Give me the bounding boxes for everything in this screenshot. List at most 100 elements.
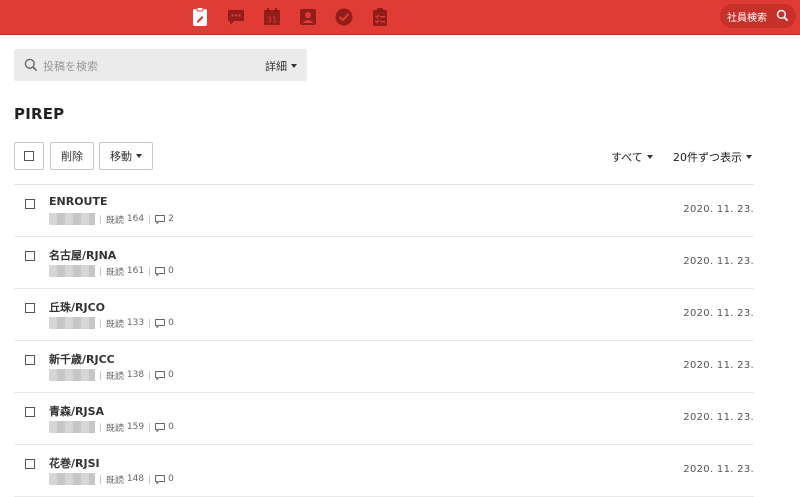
- post-row[interactable]: 名古屋/RJNA 既読 161 0 2020. 11. 23.: [14, 237, 754, 289]
- post-date: 2020. 11. 23.: [683, 464, 754, 475]
- per-page-label: 20件ずつ表示: [673, 151, 742, 164]
- detail-search-toggle[interactable]: 詳細: [265, 58, 287, 74]
- post-title[interactable]: 新千歳/RJCC: [49, 351, 115, 367]
- task-app-button[interactable]: [369, 6, 391, 28]
- per-page-dropdown[interactable]: 20件ずつ表示: [673, 149, 752, 165]
- author-avatar-blurred: [49, 317, 95, 329]
- comment-count: 0: [168, 474, 174, 484]
- contacts-app-button[interactable]: [297, 6, 319, 28]
- post-title[interactable]: ENROUTE: [49, 195, 108, 208]
- post-meta: 既読 164 2: [49, 213, 174, 226]
- read-label: 既読: [106, 215, 125, 226]
- filter-dropdown[interactable]: すべて: [611, 149, 653, 165]
- message-icon: [228, 10, 244, 25]
- row-checkbox[interactable]: [25, 407, 35, 417]
- select-all-checkbox[interactable]: [14, 142, 44, 170]
- comment-icon: [155, 318, 165, 328]
- post-title[interactable]: 丘珠/RJCO: [49, 299, 105, 315]
- comment-count: 2: [168, 214, 174, 224]
- comment-icon: [155, 370, 165, 380]
- comment-icon: [155, 266, 165, 276]
- post-row[interactable]: 花巻/RJSI 既読 148 0 2020. 11. 23.: [14, 445, 754, 497]
- separator: [149, 474, 151, 484]
- todo-icon: [335, 8, 353, 26]
- comment-count: 0: [168, 370, 174, 380]
- move-button[interactable]: 移動: [99, 142, 153, 170]
- post-date: 2020. 11. 23.: [683, 360, 754, 371]
- row-checkbox[interactable]: [25, 355, 35, 365]
- post-title[interactable]: 青森/RJSA: [49, 403, 104, 419]
- row-checkbox[interactable]: [25, 251, 35, 261]
- author-avatar-blurred: [49, 421, 95, 433]
- post-title[interactable]: 名古屋/RJNA: [49, 247, 116, 263]
- post-row[interactable]: ENROUTE 既読 164 2 2020. 11. 23.: [14, 185, 754, 237]
- board-app-button[interactable]: [189, 6, 211, 28]
- delete-button[interactable]: 削除: [50, 142, 94, 170]
- read-label: 既読: [106, 475, 125, 486]
- row-checkbox[interactable]: [25, 199, 35, 209]
- separator: [100, 318, 101, 328]
- separator: [149, 370, 151, 380]
- post-date: 2020. 11. 23.: [683, 204, 754, 215]
- todo-app-button[interactable]: [333, 6, 355, 28]
- post-meta: 既読 148 0: [49, 473, 174, 486]
- comment-icon: [155, 214, 165, 224]
- read-count: 164: [126, 214, 145, 224]
- comment-icon: [155, 474, 165, 484]
- separator: [149, 266, 151, 276]
- calendar-app-button[interactable]: 31: [261, 6, 283, 28]
- post-row[interactable]: 新千歳/RJCC 既読 138 0 2020. 11. 23.: [14, 341, 754, 393]
- top-navigation-bar: 31 社員検索: [0, 0, 800, 35]
- message-app-button[interactable]: [225, 6, 247, 28]
- read-label: 既読: [106, 319, 125, 330]
- row-checkbox[interactable]: [25, 303, 35, 313]
- move-button-label: 移動: [110, 150, 132, 163]
- post-list: ENROUTE 既読 164 2 2020. 11. 23. 名古屋/RJNA …: [14, 184, 754, 497]
- read-count: 161: [126, 266, 145, 276]
- read-count: 148: [126, 474, 145, 484]
- separator: [100, 474, 101, 484]
- author-avatar-blurred: [49, 473, 95, 485]
- post-row[interactable]: 青森/RJSA 既読 159 0 2020. 11. 23.: [14, 393, 754, 445]
- post-meta: 既読 161 0: [49, 265, 174, 278]
- separator: [149, 318, 151, 328]
- page-title: PIREP: [14, 105, 65, 123]
- read-label: 既読: [106, 423, 125, 434]
- post-meta: 既読 138 0: [49, 369, 174, 382]
- author-avatar-blurred: [49, 265, 95, 277]
- task-icon: [373, 8, 387, 26]
- post-date: 2020. 11. 23.: [683, 256, 754, 267]
- row-checkbox[interactable]: [25, 459, 35, 469]
- separator: [100, 370, 101, 380]
- post-date: 2020. 11. 23.: [683, 308, 754, 319]
- search-input[interactable]: 投稿を検索: [43, 58, 98, 74]
- calendar-icon: 31: [264, 8, 280, 25]
- chevron-down-icon: [646, 155, 653, 159]
- post-title[interactable]: 花巻/RJSI: [49, 455, 100, 471]
- post-search-box[interactable]: 投稿を検索 詳細: [14, 49, 307, 81]
- post-date: 2020. 11. 23.: [683, 412, 754, 423]
- author-avatar-blurred: [49, 369, 95, 381]
- checkbox[interactable]: [24, 151, 34, 161]
- post-meta: 既読 133 0: [49, 317, 174, 330]
- read-label: 既読: [106, 267, 125, 278]
- separator: [100, 266, 101, 276]
- comment-icon: [155, 422, 165, 432]
- chevron-down-icon: [746, 155, 752, 159]
- contacts-icon: [300, 9, 316, 25]
- search-icon: [776, 9, 789, 22]
- post-row[interactable]: 丘珠/RJCO 既読 133 0 2020. 11. 23.: [14, 289, 754, 341]
- board-icon: [193, 7, 207, 26]
- filter-label: すべて: [611, 151, 643, 164]
- comment-count: 0: [168, 266, 174, 276]
- separator: [100, 214, 101, 224]
- separator: [149, 422, 151, 432]
- post-meta: 既読 159 0: [49, 421, 174, 434]
- employee-search-button[interactable]: 社員検索: [720, 4, 796, 28]
- comment-count: 0: [168, 422, 174, 432]
- chevron-down-icon: [136, 154, 142, 158]
- comment-count: 0: [168, 318, 174, 328]
- search-icon: [24, 58, 38, 72]
- separator: [149, 214, 151, 224]
- author-avatar-blurred: [49, 213, 95, 225]
